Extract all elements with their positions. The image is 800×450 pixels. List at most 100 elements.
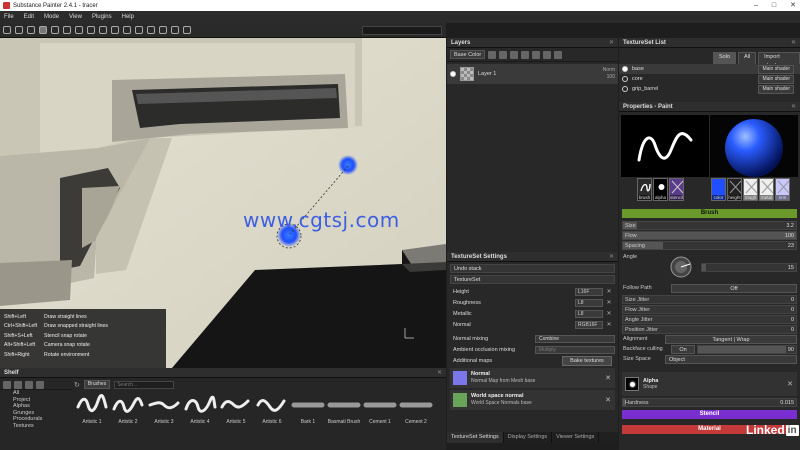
close-icon[interactable]: ✕ (791, 39, 796, 46)
close-icon[interactable]: ✕ (787, 380, 793, 388)
shader-select[interactable]: Main shader (758, 74, 794, 84)
menu-view[interactable]: View (69, 14, 82, 20)
brush-item[interactable]: Basmati Brush (326, 391, 362, 427)
additional-map-item[interactable]: World space normal World Space Normals ba… (450, 390, 615, 410)
undo-stack-field[interactable]: Undo stack (450, 264, 615, 273)
brush-item[interactable]: Artistic 5 (218, 391, 254, 427)
shader-select[interactable]: Main shader (758, 64, 794, 74)
channel-chip[interactable]: metal (759, 178, 774, 201)
shelf-category[interactable]: Procedurals (13, 416, 70, 423)
shelf-category[interactable]: Alphas (13, 403, 70, 410)
hardness-slider[interactable]: Hardness 0.015 (622, 398, 797, 407)
new-folder-icon[interactable] (14, 380, 22, 389)
menu-edit[interactable]: Edit (24, 14, 34, 20)
smudge-tool-icon[interactable] (51, 26, 59, 34)
close-icon[interactable]: ✕ (437, 369, 442, 376)
delete-layer-icon[interactable] (554, 50, 563, 59)
spacing-slider[interactable]: Spacing 23 (622, 241, 797, 250)
alignment-select[interactable]: Tangent | Wrap (665, 335, 797, 344)
delete-channel-icon[interactable]: ✕ (605, 288, 613, 296)
layer-row[interactable]: Layer 1 Norm 100 (447, 64, 618, 84)
size-space-select[interactable]: Object (665, 355, 797, 364)
backface-slider[interactable]: 90 (697, 345, 797, 354)
add-folder-icon[interactable] (532, 50, 541, 59)
delete-channel-icon[interactable]: ✕ (605, 299, 613, 307)
brush-tool-icon[interactable] (39, 26, 47, 34)
close-icon[interactable]: ✕ (609, 39, 614, 46)
brush-item[interactable]: Artistic 6 (254, 391, 290, 427)
screenshot-icon[interactable] (171, 26, 179, 34)
delete-channel-icon[interactable]: ✕ (605, 321, 613, 329)
add-fill-layer-icon[interactable] (499, 50, 508, 59)
jitter-slider[interactable]: Flow Jitter 0 (622, 305, 797, 314)
jitter-slider[interactable]: Angle Jitter 0 (622, 315, 797, 324)
brush-chip[interactable]: brush (637, 178, 652, 201)
channel-select[interactable]: Base Color (450, 50, 486, 59)
channel-chip[interactable]: height (727, 178, 742, 201)
textureset-row[interactable]: core Main shader (619, 74, 800, 84)
iray-icon[interactable] (183, 26, 191, 34)
polygon-fill-icon[interactable] (75, 26, 83, 34)
brush-item[interactable]: Artistic 2 (110, 391, 146, 427)
projection-tool-icon[interactable] (27, 26, 35, 34)
stencil-section-header[interactable]: Stencil (622, 410, 797, 419)
channel-format-select[interactable]: L8 (575, 309, 603, 318)
view-2d-icon[interactable] (147, 26, 155, 34)
menu-mode[interactable]: Mode (44, 14, 59, 20)
close-icon[interactable]: ✕ (605, 396, 611, 404)
view-3d-icon[interactable] (135, 26, 143, 34)
channel-format-select[interactable]: RGB16F (575, 320, 603, 329)
shelf-category[interactable]: Textures (13, 423, 70, 430)
stencil-chip[interactable]: stencil (669, 178, 684, 201)
tab-display-settings[interactable]: Display Settings (504, 432, 553, 443)
jitter-slider[interactable]: Size Jitter 0 (622, 295, 797, 304)
delete-channel-icon[interactable]: ✕ (605, 310, 613, 318)
layer-blend-mode[interactable]: Norm (603, 67, 615, 74)
tab-viewer-settings[interactable]: Viewer Settings (552, 432, 600, 443)
folder-icon[interactable] (3, 380, 11, 389)
render-icon[interactable] (159, 26, 167, 34)
tab-textureset-settings[interactable]: TextureSet Settings (447, 432, 504, 443)
add-layer-icon[interactable] (488, 50, 497, 59)
alpha-chip[interactable]: alpha (653, 178, 668, 201)
camera-icon[interactable] (123, 26, 131, 34)
additional-map-item[interactable]: Normal Normal Map from Mesh base ✕ (450, 368, 615, 388)
jitter-slider[interactable]: Position Jitter 0 (622, 325, 797, 334)
maximize-button[interactable]: □ (772, 0, 776, 11)
clone-tool-icon[interactable] (63, 26, 71, 34)
shelf-category[interactable]: Grunges (13, 410, 70, 417)
follow-path-toggle[interactable]: Off (671, 284, 797, 293)
brush-item[interactable]: Cement 2 (398, 391, 434, 427)
radio-icon[interactable] (622, 86, 628, 92)
textureset-row[interactable]: grip_barrel Main shader (619, 84, 800, 94)
paint-tool-icon[interactable] (3, 26, 11, 34)
alpha-item[interactable]: Alpha Shape ✕ (622, 372, 797, 396)
textureset-field[interactable]: TextureSet (450, 275, 615, 284)
brush-item[interactable]: Cement 1 (362, 391, 398, 427)
angle-dial-icon[interactable] (669, 255, 693, 279)
brush-item[interactable]: Artistic 4 (182, 391, 218, 427)
visibility-icon[interactable] (450, 71, 456, 77)
close-icon[interactable]: ✕ (791, 103, 796, 110)
brush-item[interactable]: Artistic 3 (146, 391, 182, 427)
size-slider[interactable]: Size 3.2 (622, 221, 797, 230)
close-icon[interactable]: ✕ (609, 253, 614, 260)
normal-mixing-select[interactable]: Combine (535, 334, 615, 343)
menu-help[interactable]: Help (122, 14, 134, 20)
brush-item[interactable]: Bark 1 (290, 391, 326, 427)
add-mask-icon[interactable] (510, 50, 519, 59)
minimize-button[interactable]: – (754, 0, 758, 11)
textureset-row[interactable]: base Main shader (619, 64, 800, 74)
radio-icon[interactable] (622, 66, 628, 72)
channel-format-select[interactable]: L16F (575, 287, 603, 296)
brush-item[interactable]: Artistic 1 (74, 391, 110, 427)
brush-section-header[interactable]: Brush (622, 209, 797, 218)
picker-icon[interactable] (111, 26, 119, 34)
radio-icon[interactable] (622, 76, 628, 82)
backface-toggle[interactable]: On (671, 345, 695, 354)
refresh-icon[interactable]: ↻ (74, 381, 80, 389)
menu-plugins[interactable]: Plugins (92, 14, 112, 20)
menu-file[interactable]: File (4, 14, 14, 20)
layer-opacity[interactable]: 100 (603, 74, 615, 81)
symmetry-icon[interactable] (99, 26, 107, 34)
